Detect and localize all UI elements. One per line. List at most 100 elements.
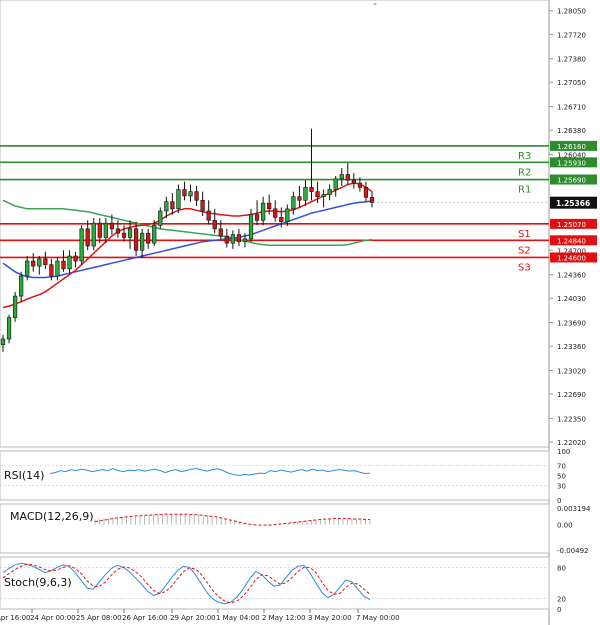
candle-body-down xyxy=(297,196,302,201)
level-price-label: 1.25930 xyxy=(557,159,586,167)
time-tick-label: 25 Apr 08:00 xyxy=(76,614,122,622)
candle-body-up xyxy=(67,255,72,270)
candle-body-down xyxy=(49,264,54,277)
rsi-plot-area xyxy=(0,450,550,501)
level-price-label: 1.25690 xyxy=(557,177,586,185)
candle-body-up xyxy=(140,232,145,251)
candle-body-down xyxy=(61,260,66,270)
macd-tick-label: 0.00 xyxy=(557,522,573,530)
candle-body-down xyxy=(170,201,175,210)
candle-body-up xyxy=(37,258,42,267)
candle xyxy=(79,225,84,265)
rsi-tick-label: 50 xyxy=(557,473,566,481)
candle xyxy=(12,291,18,322)
candle-body-down xyxy=(351,179,356,184)
price-tick-label: 1.22350 xyxy=(557,415,586,423)
level-price-label: 1.26160 xyxy=(557,143,586,151)
level-price-label: 1.24600 xyxy=(557,254,586,262)
price-tick-label: 1.23690 xyxy=(557,320,586,328)
level-label-s1: S1 xyxy=(518,229,531,240)
candle-body-down xyxy=(121,232,127,238)
rsi-panel: 100 70 5030 0 RSI(14) xyxy=(0,448,570,505)
price-tick-label: 1.24030 xyxy=(557,295,586,303)
candle-body-up xyxy=(242,238,248,243)
price-tick-label: 1.28050 xyxy=(557,8,586,16)
candle-body-up xyxy=(248,214,254,240)
rsi-tick-label: 30 xyxy=(557,482,566,490)
candle-body-up xyxy=(291,196,296,210)
candle-body-down xyxy=(309,187,314,192)
candle-body-up xyxy=(103,222,108,238)
stoch-tick-label: 0 xyxy=(557,606,561,614)
stoch-tick-label: 20 xyxy=(557,596,566,604)
candle-body-up xyxy=(188,191,193,197)
candle-body-down xyxy=(206,210,211,221)
stoch-plot-area xyxy=(0,556,550,610)
candle-body-down xyxy=(363,187,369,198)
candle-body-down xyxy=(369,197,375,203)
candle-body-up xyxy=(91,222,96,247)
candle-body-down xyxy=(200,199,205,212)
candle-body-up xyxy=(303,187,308,201)
price-tick-label: 1.27720 xyxy=(557,31,586,39)
candle-body-down xyxy=(43,258,48,265)
candle-body-up xyxy=(327,189,332,195)
candle-body-up xyxy=(6,317,12,340)
level-label-s2: S2 xyxy=(518,245,531,256)
time-tick-label: 7 May 00:00 xyxy=(356,614,400,622)
current-price-label: 1.25366 xyxy=(556,199,590,208)
candle-body-up xyxy=(260,202,266,221)
stoch-label: Stoch(9,6,3) xyxy=(4,576,72,589)
price-tick-label: 1.23360 xyxy=(557,343,586,351)
price-tick-label: 1.22020 xyxy=(557,439,586,447)
level-label-r3: R3 xyxy=(518,151,531,162)
candle-body-up xyxy=(79,228,84,262)
time-tick-label: 2 May 12:00 xyxy=(262,614,306,622)
candle-body-up xyxy=(321,194,326,197)
time-tick-label: 24 Apr 00:00 xyxy=(30,614,76,622)
candle-body-down xyxy=(31,260,36,267)
time-tick-label: Apr 16:00 xyxy=(0,614,31,622)
candle xyxy=(91,218,96,251)
level-label-s3: S3 xyxy=(518,262,531,273)
rsi-tick-label: 0 xyxy=(557,497,561,505)
candle-body-up xyxy=(230,234,235,244)
level-label-r1: R1 xyxy=(518,185,531,196)
level-price-label: 1.24840 xyxy=(557,237,586,245)
candle-body-up xyxy=(127,228,133,238)
price-tick-label: 1.24360 xyxy=(557,272,586,280)
candle-body-down xyxy=(146,232,151,244)
candle-body-up xyxy=(339,174,344,180)
candle-body-down xyxy=(182,189,187,197)
price-tick-label: 1.26710 xyxy=(557,104,586,112)
time-tick-label: 1 May 04:00 xyxy=(216,614,260,622)
rsi-tick-label: 100 xyxy=(557,448,570,456)
candle-body-up xyxy=(12,295,18,318)
candle-body-up xyxy=(152,224,157,244)
macd-label: MACD(12,26,9) xyxy=(10,510,94,523)
candle-body-up xyxy=(0,338,6,346)
candle-body-down xyxy=(254,214,260,221)
candle-body-down xyxy=(267,202,272,210)
forex-chart: 1.28050 1.27720 1.27380 1.27050 1.26710 1.263… xyxy=(0,0,597,625)
candle-body-down xyxy=(85,228,90,247)
candle xyxy=(6,314,12,344)
price-tick-label: 1.27050 xyxy=(557,79,586,87)
rsi-label: RSI(14) xyxy=(4,469,44,482)
candle-body-up xyxy=(285,208,290,223)
candle-body-down xyxy=(218,228,223,237)
candle-body-up xyxy=(19,275,24,297)
candle-body-up xyxy=(55,260,60,277)
time-tick-label: 3 May 20:00 xyxy=(308,614,352,622)
candle-body-down xyxy=(224,235,229,244)
time-axis: Apr 16:0024 Apr 00:0025 Apr 08:0026 Apr … xyxy=(0,609,400,622)
candle-body-down xyxy=(194,191,199,201)
time-tick-label: 26 Apr 16:00 xyxy=(122,614,168,622)
candle-body-up xyxy=(176,189,181,210)
candle-body-down xyxy=(273,208,278,218)
time-tick-label: 29 Apr 20:00 xyxy=(170,614,216,622)
candle-body-down xyxy=(279,217,284,223)
level-price-label: 1.25070 xyxy=(557,221,586,229)
macd-tick-label: 0.003194 xyxy=(557,505,591,513)
candle-body-down xyxy=(73,255,78,262)
